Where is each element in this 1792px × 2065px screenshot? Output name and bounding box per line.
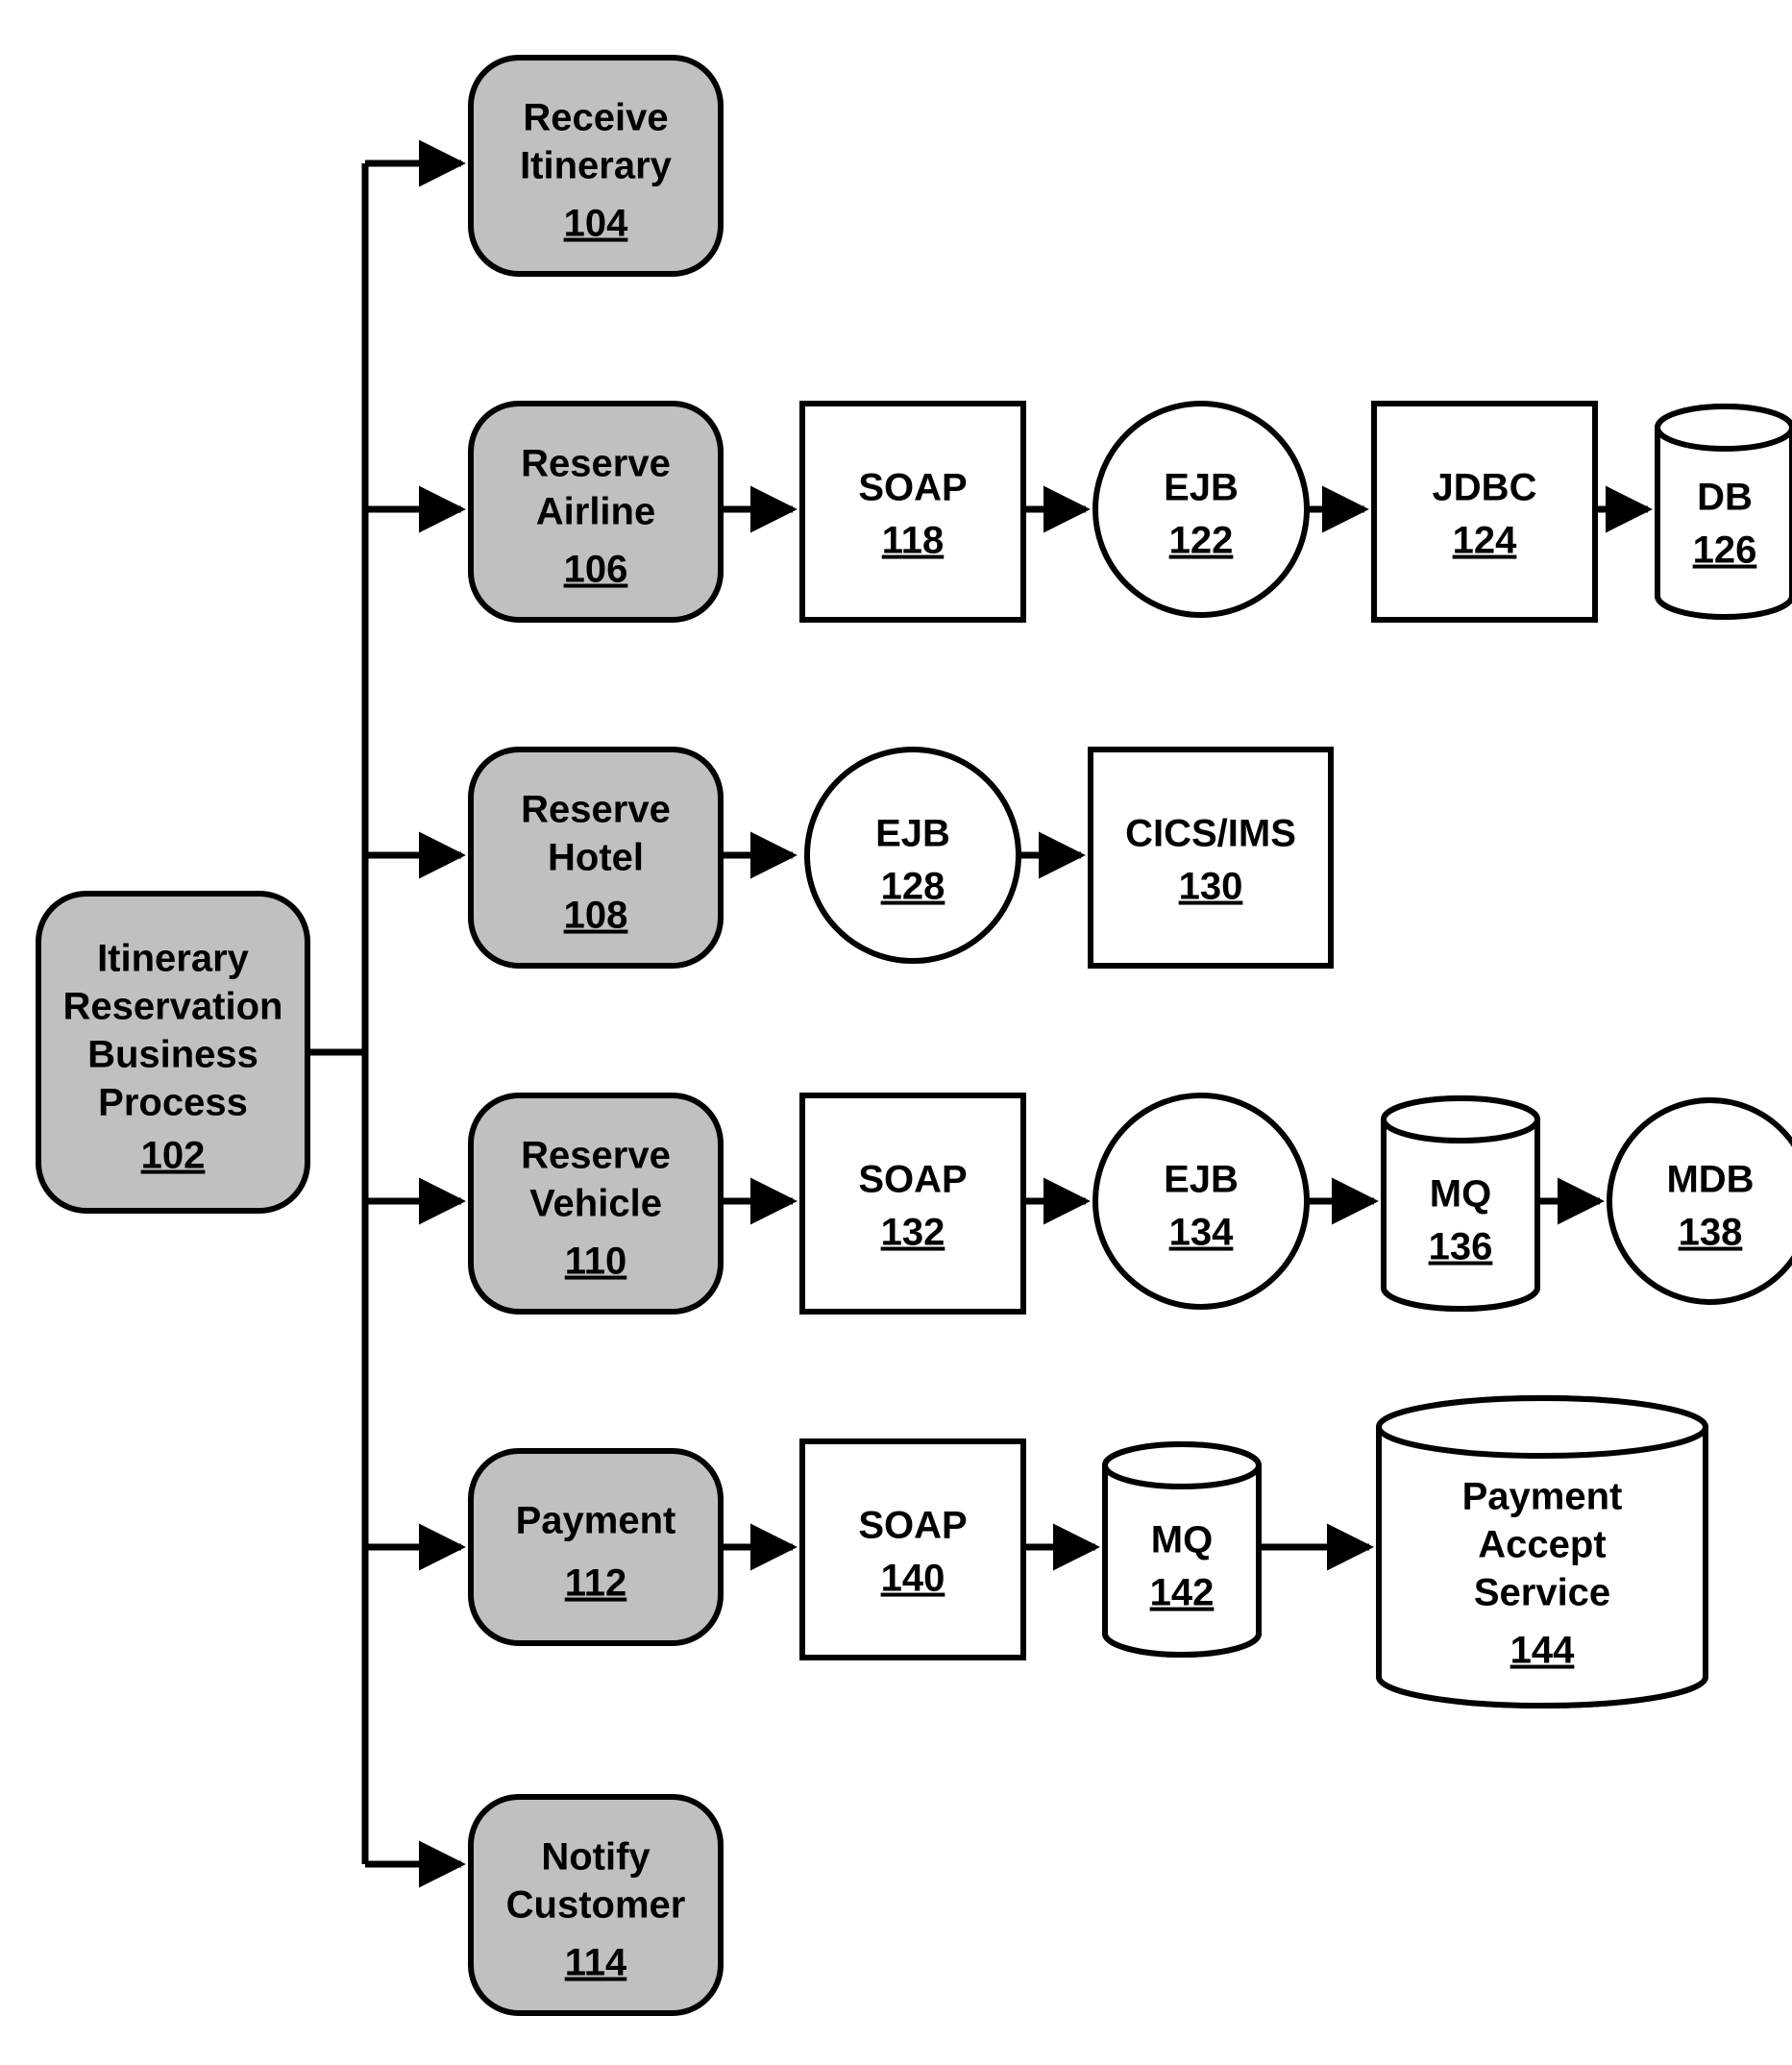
svg-text:SOAP: SOAP	[858, 1505, 967, 1547]
svg-text:Reserve: Reserve	[521, 1135, 671, 1177]
svg-text:EJB: EJB	[875, 813, 950, 855]
svg-text:112: 112	[565, 1562, 627, 1605]
svg-text:DB: DB	[1697, 477, 1753, 519]
svg-text:Airline: Airline	[536, 491, 655, 533]
svg-text:JDBC: JDBC	[1433, 467, 1537, 509]
svg-text:SOAP: SOAP	[858, 467, 967, 509]
svg-text:Reserve: Reserve	[521, 789, 671, 831]
svg-text:Itinerary: Itinerary	[520, 145, 673, 187]
svg-text:106: 106	[564, 549, 628, 591]
svg-text:114: 114	[565, 1942, 627, 1984]
svg-text:Notify: Notify	[541, 1836, 651, 1879]
svg-text:MQ: MQ	[1430, 1173, 1491, 1216]
svg-text:138: 138	[1679, 1212, 1743, 1254]
svg-text:130: 130	[1179, 866, 1243, 908]
svg-text:Customer: Customer	[506, 1884, 686, 1927]
node-reserve-hotel: Reserve Hotel 108	[471, 750, 721, 966]
node-reserve-airline: Reserve Airline 106	[471, 404, 721, 620]
node-receive-itinerary: Receive Itinerary 104	[471, 58, 721, 274]
svg-text:134: 134	[1169, 1212, 1234, 1254]
svg-text:Vehicle: Vehicle	[529, 1183, 662, 1225]
node-ejb-122: EJB 122	[1095, 404, 1307, 615]
node-cicsims-130: CICS/IMS 130	[1091, 750, 1331, 966]
svg-text:126: 126	[1693, 529, 1757, 572]
svg-text:124: 124	[1453, 520, 1517, 562]
svg-text:Payment: Payment	[1462, 1476, 1623, 1518]
svg-text:Reserve: Reserve	[521, 443, 671, 485]
svg-text:108: 108	[564, 895, 628, 937]
node-soap-118: SOAP 118	[802, 404, 1023, 620]
node-soap-140: SOAP 140	[802, 1441, 1023, 1658]
root-l2: Reservation	[63, 986, 283, 1028]
node-mdb-138: MDB 138	[1609, 1100, 1792, 1302]
svg-text:142: 142	[1150, 1572, 1215, 1614]
svg-text:Receive: Receive	[523, 97, 668, 139]
svg-text:Hotel: Hotel	[548, 837, 644, 879]
node-ejb-134: EJB 134	[1095, 1095, 1307, 1307]
svg-text:136: 136	[1429, 1226, 1493, 1268]
svg-text:132: 132	[881, 1212, 945, 1254]
svg-text:Payment: Payment	[516, 1500, 676, 1542]
root-l4: Process	[98, 1082, 248, 1124]
svg-text:144: 144	[1510, 1630, 1575, 1672]
svg-text:104: 104	[564, 203, 628, 245]
svg-text:MQ: MQ	[1151, 1519, 1213, 1561]
root-l3: Business	[87, 1034, 258, 1076]
node-reserve-vehicle: Reserve Vehicle 110	[471, 1095, 721, 1312]
svg-text:SOAP: SOAP	[858, 1159, 967, 1201]
node-payment-accept-service: Payment Accept Service 144	[1379, 1398, 1706, 1706]
node-soap-132: SOAP 132	[802, 1095, 1023, 1312]
svg-text:EJB: EJB	[1164, 1159, 1239, 1201]
svg-text:140: 140	[881, 1558, 945, 1600]
svg-text:122: 122	[1169, 520, 1234, 562]
svg-text:Accept: Accept	[1478, 1524, 1606, 1566]
node-ejb-128: EJB 128	[807, 750, 1019, 961]
node-mq-136: MQ 136	[1384, 1098, 1537, 1309]
svg-text:MDB: MDB	[1666, 1159, 1754, 1201]
root-num: 102	[141, 1135, 206, 1177]
svg-text:Service: Service	[1474, 1572, 1610, 1614]
node-payment: Payment 112	[471, 1451, 721, 1643]
node-notify-customer: Notify Customer 114	[471, 1797, 721, 2013]
svg-text:128: 128	[881, 866, 945, 908]
svg-text:CICS/IMS: CICS/IMS	[1125, 813, 1296, 855]
svg-text:118: 118	[882, 520, 945, 562]
svg-text:110: 110	[565, 1241, 627, 1283]
svg-text:EJB: EJB	[1164, 467, 1239, 509]
node-root: Itinerary Reservation Business Process 1…	[38, 894, 307, 1211]
root-l1: Itinerary	[97, 938, 250, 980]
diagram: Itinerary Reservation Business Process 1…	[0, 0, 1792, 2065]
node-db-126: DB 126	[1657, 406, 1792, 617]
node-jdbc-124: JDBC 124	[1374, 404, 1595, 620]
node-mq-142: MQ 142	[1105, 1444, 1259, 1655]
